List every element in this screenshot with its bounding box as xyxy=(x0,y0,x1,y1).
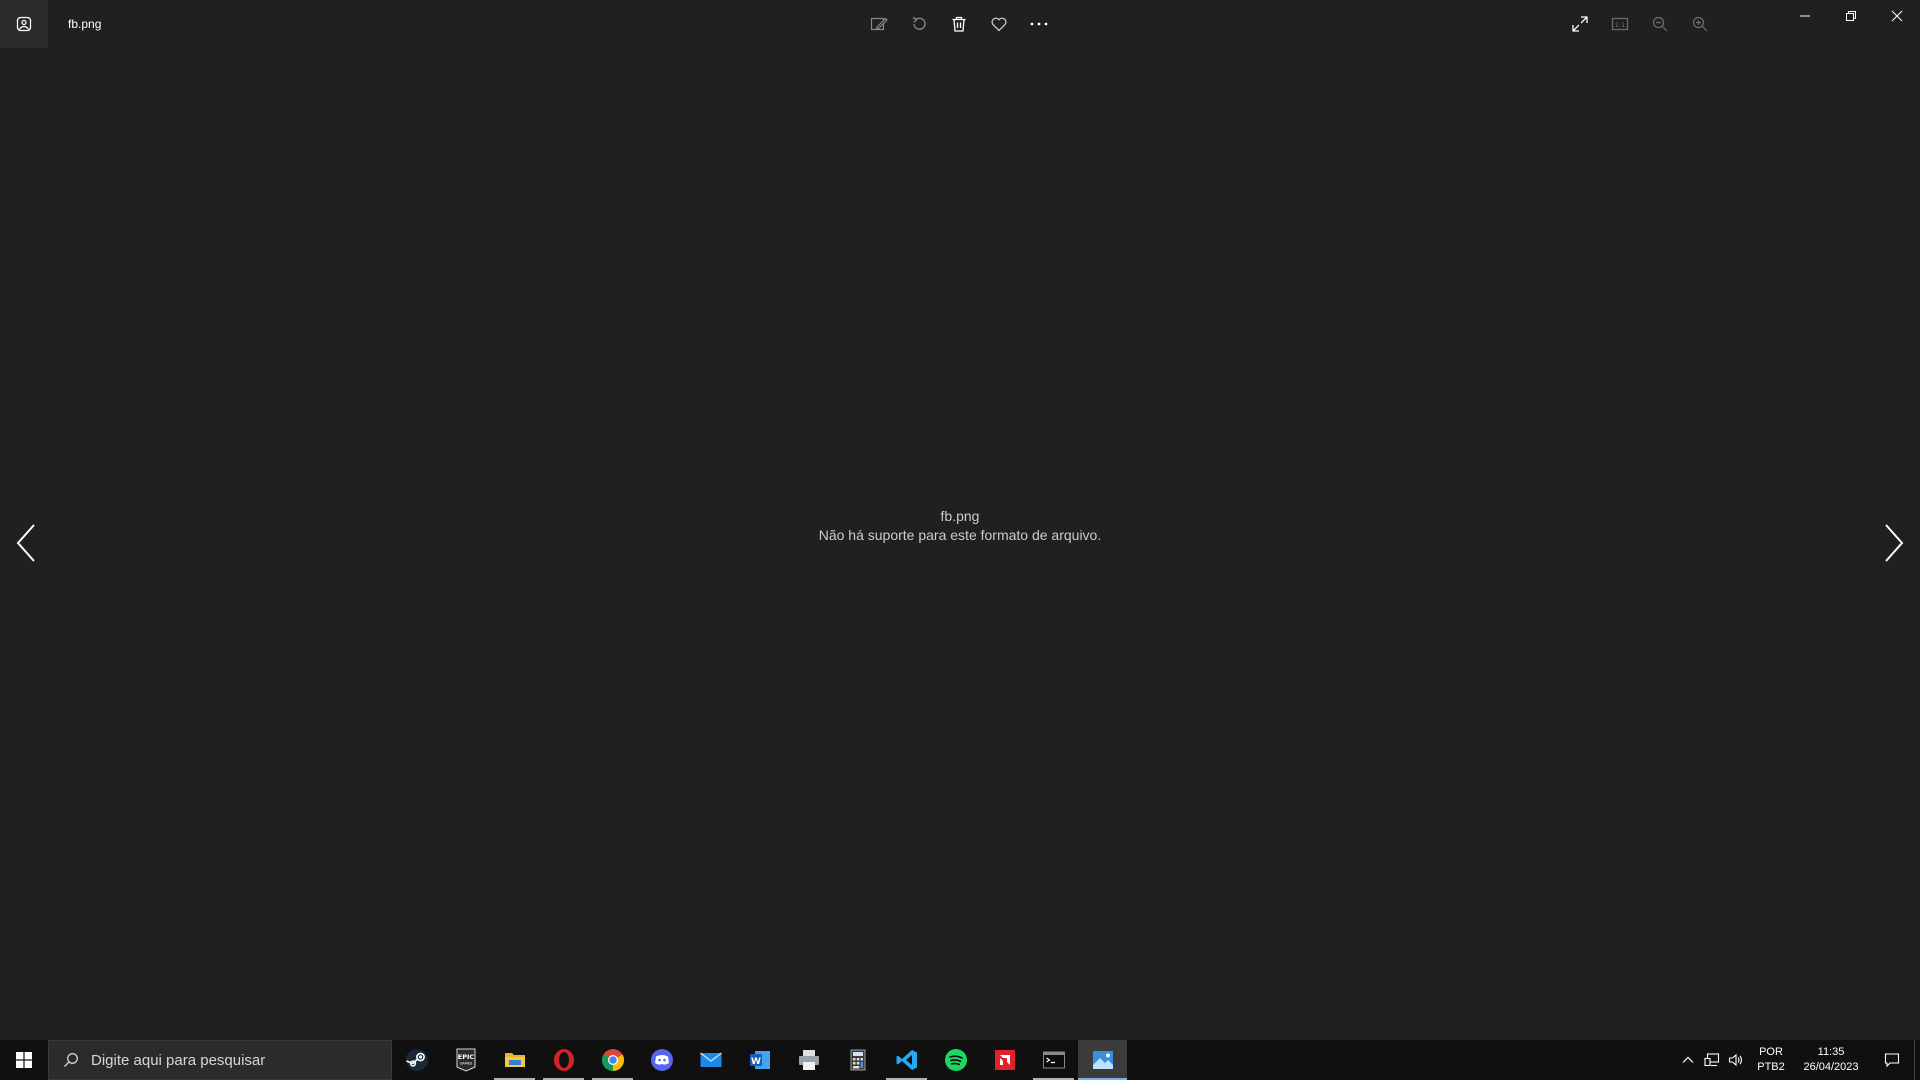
discord-icon xyxy=(650,1049,673,1071)
calculator-icon xyxy=(850,1049,865,1071)
volume-button[interactable] xyxy=(1724,1040,1748,1080)
close-button[interactable] xyxy=(1874,0,1920,32)
trash-icon xyxy=(952,16,966,32)
taskbar-app-epic-games[interactable]: EPIC GAMES xyxy=(441,1040,490,1080)
svg-text:EPIC: EPIC xyxy=(457,1053,474,1061)
opera-icon xyxy=(553,1049,574,1071)
search-icon xyxy=(63,1052,79,1068)
minimize-icon xyxy=(1800,15,1810,17)
show-hidden-icons-button[interactable] xyxy=(1676,1040,1700,1080)
chevron-left-icon xyxy=(16,524,35,562)
start-button[interactable] xyxy=(0,1040,48,1080)
zoom-out-button[interactable] xyxy=(1640,4,1680,44)
taskbar-app-amd-software[interactable] xyxy=(980,1040,1029,1080)
file-name: fb.png xyxy=(940,508,980,524)
taskbar-app-vscode[interactable] xyxy=(882,1040,931,1080)
chrome-icon xyxy=(601,1049,624,1071)
taskbar-app-calculator[interactable] xyxy=(833,1040,882,1080)
taskbar-app-mail[interactable] xyxy=(686,1040,735,1080)
chevron-up-icon xyxy=(1682,1056,1694,1063)
clock-time: 11:35 xyxy=(1817,1046,1845,1058)
edit-image-button[interactable] xyxy=(859,4,899,44)
minimize-button[interactable] xyxy=(1782,0,1828,32)
photos-app-icon xyxy=(0,0,48,48)
svg-text:1:1: 1:1 xyxy=(1615,21,1625,29)
network-icon xyxy=(1704,1053,1720,1067)
clock-date: 26/04/2023 xyxy=(1803,1061,1859,1073)
image-viewer: fb.png Não há suporte para este formato … xyxy=(0,48,1920,1041)
taskbar-app-spotify[interactable] xyxy=(931,1040,980,1080)
rotate-icon xyxy=(912,16,926,30)
taskbar: Digite aqui para pesquisar EPIC GAMES W … xyxy=(0,1040,1920,1080)
zoom-in-button[interactable] xyxy=(1680,4,1720,44)
notification-icon xyxy=(1884,1053,1900,1068)
title-bar: fb.png 1:1 xyxy=(0,0,1920,48)
taskbar-app-discord[interactable] xyxy=(637,1040,686,1080)
window-title: fb.png xyxy=(68,17,102,31)
zoom-out-icon xyxy=(1652,16,1668,32)
steam-icon xyxy=(405,1049,428,1071)
terminal-icon xyxy=(1042,1051,1065,1069)
chevron-right-icon xyxy=(1885,524,1904,562)
svg-text:GAMES: GAMES xyxy=(459,1062,472,1066)
folder-icon xyxy=(504,1053,525,1067)
input-language-button[interactable]: POR PTB2 xyxy=(1754,1045,1788,1075)
heart-icon xyxy=(991,17,1007,32)
photos-icon xyxy=(1092,1051,1113,1069)
taskbar-app-steam[interactable] xyxy=(392,1040,441,1080)
edit-icon xyxy=(870,17,888,31)
amd-icon xyxy=(994,1050,1015,1070)
next-image-button[interactable] xyxy=(1874,518,1914,568)
language-code: POR xyxy=(1759,1046,1783,1058)
window-controls xyxy=(1782,0,1920,32)
previous-image-button[interactable] xyxy=(6,518,46,568)
taskbar-app-printer[interactable] xyxy=(784,1040,833,1080)
word-icon: W xyxy=(749,1051,770,1069)
clock-button[interactable]: 11:35 26/04/2023 xyxy=(1796,1045,1866,1075)
view-toolbar: 1:1 xyxy=(1560,4,1720,44)
restore-button[interactable] xyxy=(1828,0,1874,32)
taskbar-app-chrome[interactable] xyxy=(588,1040,637,1080)
toolbar xyxy=(859,4,1059,44)
more-icon xyxy=(1030,22,1048,26)
taskbar-app-file-explorer[interactable] xyxy=(490,1040,539,1080)
unsupported-format-message: fb.png Não há suporte para este formato … xyxy=(660,507,1260,545)
keyboard-layout: PTB2 xyxy=(1757,1061,1785,1073)
show-desktop-button[interactable] xyxy=(1914,1040,1920,1080)
delete-button[interactable] xyxy=(939,4,979,44)
search-input[interactable]: Digite aqui para pesquisar xyxy=(48,1040,392,1080)
spotify-icon xyxy=(944,1049,967,1071)
actual-size-icon: 1:1 xyxy=(1611,17,1629,31)
restore-icon xyxy=(1846,11,1856,21)
taskbar-app-opera[interactable] xyxy=(539,1040,588,1080)
svg-text:W: W xyxy=(751,1057,761,1067)
error-text: Não há suporte para este formato de arqu… xyxy=(818,527,1102,543)
windows-logo-icon xyxy=(16,1052,32,1068)
epic-games-icon: EPIC GAMES xyxy=(456,1048,475,1072)
actual-size-button[interactable]: 1:1 xyxy=(1600,4,1640,44)
pinned-apps: EPIC GAMES W xyxy=(392,1040,1127,1080)
search-placeholder: Digite aqui para pesquisar xyxy=(91,1051,266,1069)
network-button[interactable] xyxy=(1700,1040,1724,1080)
mail-icon xyxy=(699,1052,722,1067)
expand-icon xyxy=(1572,16,1588,32)
more-options-button[interactable] xyxy=(1019,4,1059,44)
speaker-icon xyxy=(1728,1053,1743,1067)
notifications-button[interactable] xyxy=(1870,1040,1914,1080)
zoom-in-icon xyxy=(1692,16,1708,32)
taskbar-app-photos[interactable] xyxy=(1078,1040,1127,1080)
printer-icon xyxy=(798,1050,819,1070)
vscode-icon xyxy=(896,1050,917,1070)
rotate-button[interactable] xyxy=(899,4,939,44)
taskbar-app-terminal[interactable] xyxy=(1029,1040,1078,1080)
system-tray: POR PTB2 11:35 26/04/2023 xyxy=(1676,1040,1920,1080)
taskbar-app-word[interactable]: W xyxy=(735,1040,784,1080)
favorite-button[interactable] xyxy=(979,4,1019,44)
fullscreen-button[interactable] xyxy=(1560,4,1600,44)
close-icon xyxy=(1891,10,1903,22)
